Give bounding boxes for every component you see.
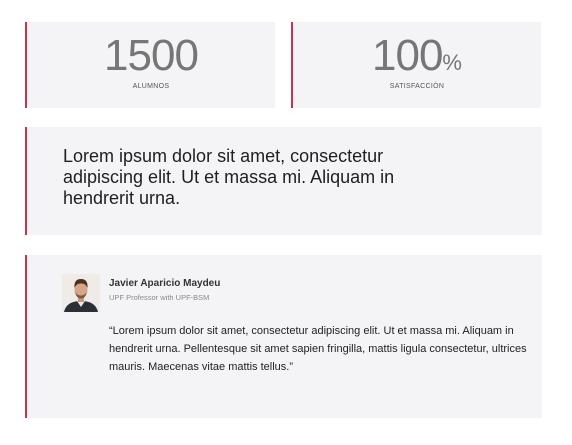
stat-number: 100%	[293, 32, 541, 87]
quote-card: Lorem ipsum dolor sit amet, consectetur …	[25, 127, 542, 235]
stat-label: SATISFACCIÓN	[389, 83, 445, 90]
author-role: UPF Professor with UPF-BSM	[109, 293, 210, 302]
avatar	[62, 274, 100, 312]
stat-card-students: 1500 ALUMNOS	[25, 22, 275, 108]
avatar-portrait-icon	[62, 274, 100, 312]
stat-unit: %	[442, 50, 462, 75]
stat-card-satisfaction: 100% SATISFACCIÓN	[291, 22, 541, 108]
stat-value: 1500	[104, 31, 199, 80]
quote-text: Lorem ipsum dolor sit amet, consectetur …	[63, 146, 395, 208]
testimonial-text: “Lorem ipsum dolor sit amet, consectetur…	[109, 325, 527, 373]
stat-number: 1500	[27, 32, 275, 87]
stat-value: 100	[372, 31, 443, 80]
stats-row: 1500 ALUMNOS 100% SATISFACCIÓN	[25, 22, 542, 108]
testimonial-card: Javier Aparicio Maydeu UPF Professor wit…	[25, 255, 542, 418]
stat-label: ALUMNOS	[132, 83, 170, 90]
author-name: Javier Aparicio Maydeu	[109, 278, 221, 289]
